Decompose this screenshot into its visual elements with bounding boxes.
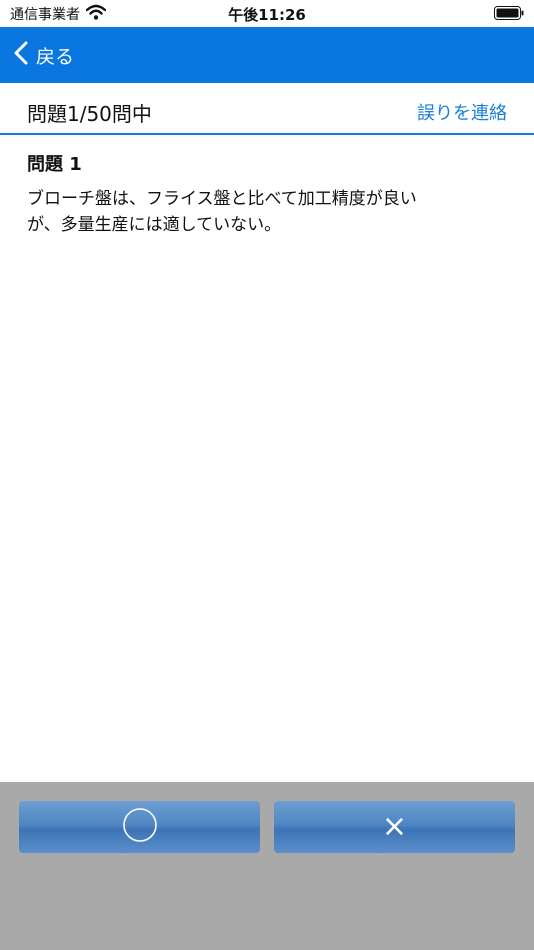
back-label: 戻る <box>36 45 75 68</box>
false-answer-button[interactable]: × <box>274 801 515 853</box>
report-error-link[interactable]: 誤りを連絡 <box>417 99 507 125</box>
battery-icon <box>494 6 524 24</box>
answer-panel: × <box>0 782 534 950</box>
cross-mark-icon: × <box>381 809 408 844</box>
question-counter: 問題1/50問中 <box>27 102 152 126</box>
back-button[interactable]: 戻る <box>14 27 74 83</box>
true-answer-button[interactable] <box>19 801 260 853</box>
question-text: ブローチ盤は、フライス盤と比べて加工精度が良い が、多量生産には適していない。 <box>27 186 487 238</box>
chevron-left-icon <box>14 41 28 69</box>
question-title: 問題 1 <box>27 154 82 175</box>
circle-mark-icon <box>122 807 158 847</box>
question-info-row: 問題1/50問中 誤りを連絡 <box>0 83 534 135</box>
status-bar: 通信事業者 午後11:26 <box>0 0 534 27</box>
clock: 午後11:26 <box>228 6 306 24</box>
question-text-line-1: ブローチ盤は、フライス盤と比べて加工精度が良い <box>27 189 417 209</box>
question-text-line-2: が、多量生産には適していない。 <box>27 215 282 235</box>
navigation-bar: 戻る <box>0 27 534 83</box>
